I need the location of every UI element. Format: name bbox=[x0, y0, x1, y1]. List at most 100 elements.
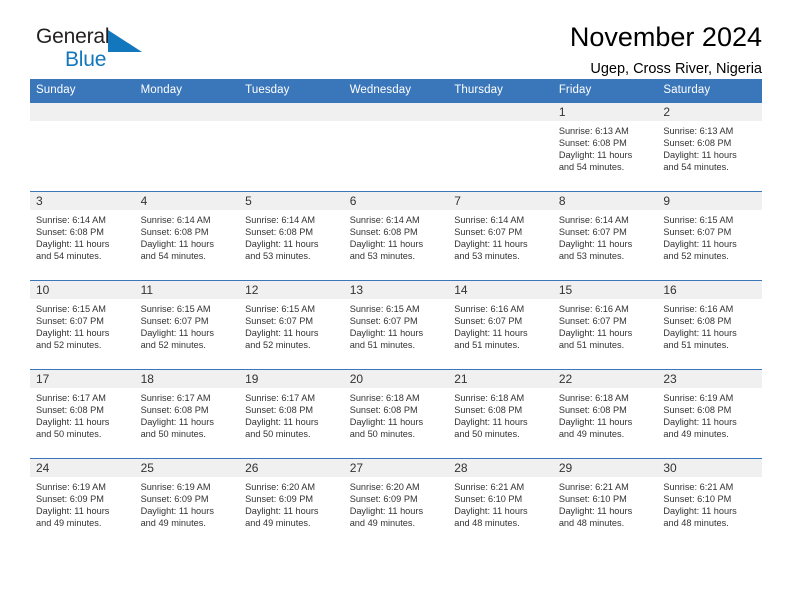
sunrise-time: Sunrise: 6:18 AM bbox=[349, 393, 420, 403]
day-details: Sunrise: 6:19 AM Sunset: 6:09 PM Daylight:… bbox=[135, 477, 240, 529]
day-details: Sunrise: 6:13 AM Sunset: 6:08 PM Daylight:… bbox=[553, 121, 658, 173]
calendar-day-cell[interactable]: 6 Sunrise: 6:14 AM Sunset: 6:08 PM Daylight… bbox=[343, 191, 449, 281]
calendar-day-cell[interactable]: 27 Sunrise: 6:20 AM Sunset: 6:09 PM Dayligh… bbox=[343, 458, 449, 547]
sunset-time: Sunset: 6:07 PM bbox=[454, 316, 523, 327]
calendar-day-cell[interactable]: 8 Sunrise: 6:14 AM Sunset: 6:07 PM Daylight… bbox=[552, 191, 658, 281]
day-number: 7 bbox=[448, 192, 553, 210]
calendar-day-cell[interactable]: 17 Sunrise: 6:17 AM Sunset: 6:08 PM Dayligh… bbox=[30, 369, 135, 459]
calendar-day-cell[interactable]: 16 Sunrise: 6:16 AM Sunset: 6:08 PM Dayligh… bbox=[657, 280, 762, 370]
day-number: 9 bbox=[657, 192, 762, 210]
calendar-day-cell[interactable]: 11 Sunrise: 6:15 AM Sunset: 6:07 PM Dayligh… bbox=[134, 280, 240, 370]
sunrise-time: Sunrise: 6:13 AM bbox=[558, 126, 629, 136]
day-details: Sunrise: 6:14 AM Sunset: 6:07 PM Daylight:… bbox=[448, 210, 553, 262]
day-number bbox=[134, 103, 240, 121]
day-cell-inner bbox=[30, 103, 135, 191]
day-number: 27 bbox=[343, 459, 449, 477]
daylight-duration-line2: and 54 minutes. bbox=[558, 162, 625, 173]
calendar-day-cell[interactable]: 9 Sunrise: 6:15 AM Sunset: 6:07 PM Daylight… bbox=[657, 191, 762, 281]
day-details: Sunrise: 6:18 AM Sunset: 6:08 PM Daylight:… bbox=[344, 388, 449, 440]
sunset-time: Sunset: 6:07 PM bbox=[663, 227, 732, 238]
daylight-duration-line1: Daylight: 11 hours bbox=[36, 506, 110, 517]
calendar-day-cell[interactable]: 23 Sunrise: 6:19 AM Sunset: 6:08 PM Dayligh… bbox=[657, 369, 762, 459]
sunset-time: Sunset: 6:08 PM bbox=[349, 227, 418, 238]
day-cell-inner: 20 Sunrise: 6:18 AM Sunset: 6:08 PM Dayligh… bbox=[343, 370, 449, 458]
calendar-day-cell[interactable]: 21 Sunrise: 6:18 AM Sunset: 6:08 PM Dayligh… bbox=[448, 369, 553, 459]
calendar-day-cell[interactable]: 10 Sunrise: 6:15 AM Sunset: 6:07 PM Dayligh… bbox=[30, 280, 135, 370]
day-cell-inner bbox=[343, 103, 449, 191]
day-cell-inner: 30 Sunrise: 6:21 AM Sunset: 6:10 PM Dayligh… bbox=[657, 459, 762, 547]
calendar-day-cell[interactable]: 1 Sunrise: 6:13 AM Sunset: 6:08 PM Daylight… bbox=[552, 102, 658, 192]
daylight-duration-line2: and 54 minutes. bbox=[663, 162, 729, 173]
daylight-duration-line1: Daylight: 11 hours bbox=[454, 506, 528, 517]
daylight-duration-line1: Daylight: 11 hours bbox=[663, 150, 737, 161]
day-details: Sunrise: 6:14 AM Sunset: 6:08 PM Daylight:… bbox=[239, 210, 344, 262]
day-cell-inner bbox=[134, 103, 240, 191]
daylight-duration-line1: Daylight: 11 hours bbox=[245, 417, 319, 428]
daylight-duration-line2: and 50 minutes. bbox=[140, 429, 206, 440]
calendar-day-cell[interactable]: 26 Sunrise: 6:20 AM Sunset: 6:09 PM Dayligh… bbox=[239, 458, 344, 547]
calendar-day-cell[interactable]: 22 Sunrise: 6:18 AM Sunset: 6:08 PM Dayligh… bbox=[552, 369, 658, 459]
day-number: 3 bbox=[30, 192, 135, 210]
sunset-time: Sunset: 6:10 PM bbox=[663, 494, 732, 505]
daylight-duration-line1: Daylight: 11 hours bbox=[140, 239, 214, 250]
day-number: 11 bbox=[134, 281, 240, 299]
daylight-duration-line2: and 52 minutes. bbox=[663, 251, 729, 262]
sunrise-time: Sunrise: 6:19 AM bbox=[663, 393, 734, 403]
calendar-day-cell-empty bbox=[134, 102, 240, 192]
day-number bbox=[239, 103, 344, 121]
daylight-duration-line2: and 51 minutes. bbox=[454, 340, 520, 351]
calendar-day-cell[interactable]: 19 Sunrise: 6:17 AM Sunset: 6:08 PM Dayligh… bbox=[239, 369, 344, 459]
sunrise-time: Sunrise: 6:16 AM bbox=[454, 304, 525, 314]
day-number bbox=[343, 103, 449, 121]
calendar-day-cell[interactable]: 14 Sunrise: 6:16 AM Sunset: 6:07 PM Dayligh… bbox=[448, 280, 553, 370]
daylight-duration-line1: Daylight: 11 hours bbox=[349, 417, 424, 428]
daylight-duration-line2: and 51 minutes. bbox=[663, 340, 729, 351]
calendar-day-cell[interactable]: 15 Sunrise: 6:16 AM Sunset: 6:07 PM Dayligh… bbox=[552, 280, 658, 370]
brand-logo[interactable]: General Blue bbox=[36, 26, 186, 74]
calendar-day-cell[interactable]: 7 Sunrise: 6:14 AM Sunset: 6:07 PM Daylight… bbox=[448, 191, 553, 281]
sunset-time: Sunset: 6:08 PM bbox=[349, 405, 418, 416]
calendar-day-cell[interactable]: 13 Sunrise: 6:15 AM Sunset: 6:07 PM Dayligh… bbox=[343, 280, 449, 370]
day-details: Sunrise: 6:17 AM Sunset: 6:08 PM Daylight:… bbox=[239, 388, 344, 440]
day-details: Sunrise: 6:15 AM Sunset: 6:07 PM Daylight:… bbox=[657, 210, 762, 262]
calendar-day-cell[interactable]: 4 Sunrise: 6:14 AM Sunset: 6:08 PM Daylight… bbox=[134, 191, 240, 281]
day-number: 25 bbox=[134, 459, 240, 477]
calendar-day-cell[interactable]: 25 Sunrise: 6:19 AM Sunset: 6:09 PM Dayligh… bbox=[134, 458, 240, 547]
day-cell-inner: 14 Sunrise: 6:16 AM Sunset: 6:07 PM Dayligh… bbox=[448, 281, 553, 369]
calendar-day-cell[interactable]: 5 Sunrise: 6:14 AM Sunset: 6:08 PM Daylight… bbox=[239, 191, 344, 281]
calendar-day-cell[interactable]: 24 Sunrise: 6:19 AM Sunset: 6:09 PM Dayligh… bbox=[30, 458, 135, 547]
calendar-day-cell[interactable]: 18 Sunrise: 6:17 AM Sunset: 6:08 PM Dayligh… bbox=[134, 369, 240, 459]
calendar-day-cell[interactable]: 29 Sunrise: 6:21 AM Sunset: 6:10 PM Dayligh… bbox=[552, 458, 658, 547]
daylight-duration-line1: Daylight: 11 hours bbox=[36, 417, 110, 428]
sunrise-time: Sunrise: 6:14 AM bbox=[36, 215, 106, 225]
day-number: 4 bbox=[134, 192, 240, 210]
daylight-duration-line1: Daylight: 11 hours bbox=[454, 239, 528, 250]
calendar-day-cell[interactable]: 30 Sunrise: 6:21 AM Sunset: 6:10 PM Dayligh… bbox=[657, 458, 762, 547]
day-details: Sunrise: 6:15 AM Sunset: 6:07 PM Daylight:… bbox=[344, 299, 449, 351]
day-details: Sunrise: 6:19 AM Sunset: 6:08 PM Daylight:… bbox=[657, 388, 762, 440]
sunrise-time: Sunrise: 6:21 AM bbox=[663, 482, 734, 492]
calendar-day-cell[interactable]: 12 Sunrise: 6:15 AM Sunset: 6:07 PM Dayligh… bbox=[239, 280, 344, 370]
day-number: 24 bbox=[30, 459, 135, 477]
sunset-time: Sunset: 6:08 PM bbox=[663, 138, 732, 149]
sunrise-time: Sunrise: 6:21 AM bbox=[558, 482, 629, 492]
daylight-duration-line1: Daylight: 11 hours bbox=[245, 506, 319, 517]
day-number: 20 bbox=[343, 370, 449, 388]
calendar-day-cell[interactable]: 20 Sunrise: 6:18 AM Sunset: 6:08 PM Dayligh… bbox=[343, 369, 449, 459]
sunset-time: Sunset: 6:08 PM bbox=[663, 405, 732, 416]
sunset-time: Sunset: 6:09 PM bbox=[349, 494, 418, 505]
day-cell-inner: 9 Sunrise: 6:15 AM Sunset: 6:07 PM Daylight… bbox=[657, 192, 762, 280]
calendar-day-cell[interactable]: 2 Sunrise: 6:13 AM Sunset: 6:08 PM Daylight… bbox=[657, 102, 762, 192]
calendar-day-cell[interactable]: 28 Sunrise: 6:21 AM Sunset: 6:10 PM Dayligh… bbox=[448, 458, 553, 547]
day-number: 22 bbox=[552, 370, 658, 388]
day-cell-inner: 1 Sunrise: 6:13 AM Sunset: 6:08 PM Daylight… bbox=[552, 103, 658, 191]
daylight-duration-line2: and 50 minutes. bbox=[36, 429, 102, 440]
day-details: Sunrise: 6:18 AM Sunset: 6:08 PM Daylight:… bbox=[553, 388, 658, 440]
day-details: Sunrise: 6:16 AM Sunset: 6:07 PM Daylight:… bbox=[448, 299, 553, 351]
day-number: 13 bbox=[343, 281, 449, 299]
calendar-body: 1 Sunrise: 6:13 AM Sunset: 6:08 PM Daylight… bbox=[30, 102, 762, 547]
day-details: Sunrise: 6:18 AM Sunset: 6:08 PM Daylight:… bbox=[448, 388, 553, 440]
sunrise-time: Sunrise: 6:15 AM bbox=[245, 304, 316, 314]
calendar-day-cell[interactable]: 3 Sunrise: 6:14 AM Sunset: 6:08 PM Daylight… bbox=[30, 191, 135, 281]
sunrise-time: Sunrise: 6:15 AM bbox=[36, 304, 106, 314]
